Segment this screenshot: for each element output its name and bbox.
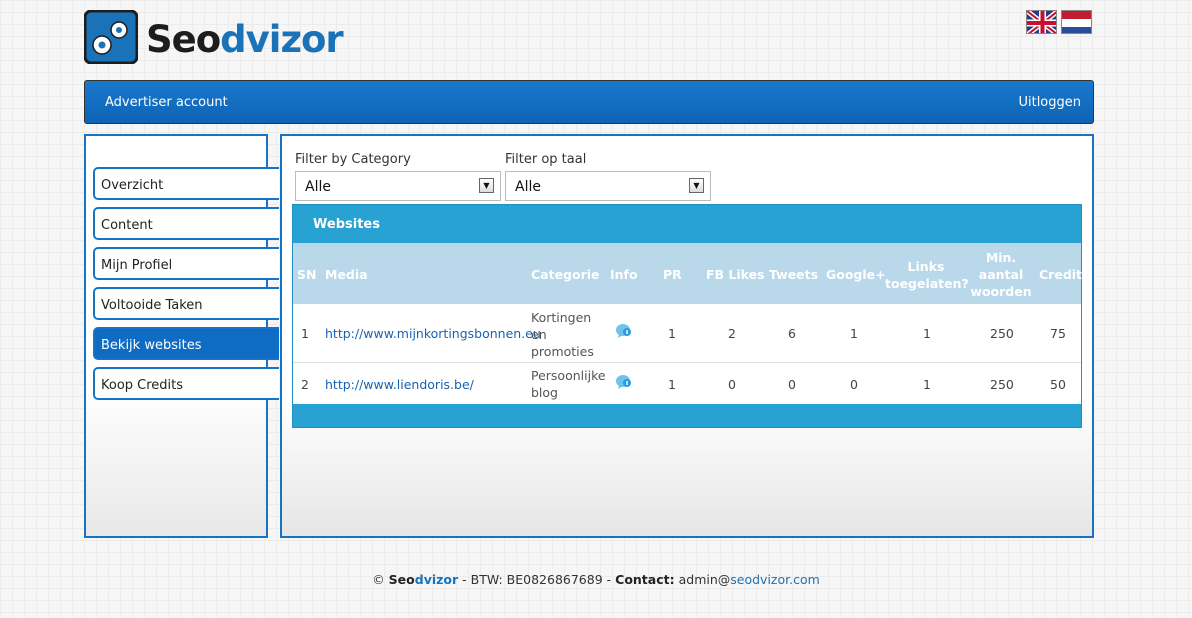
- logo-wordmark: Seodvizor: [146, 18, 344, 61]
- footer-btw: - BTW: BE0826867689 -: [462, 572, 612, 587]
- top-navbar: Advertiser account Uitloggen: [84, 80, 1094, 124]
- category-filter-label: Filter by Category: [295, 152, 411, 167]
- info-bubble-icon[interactable]: [615, 373, 633, 391]
- page-footer: © Seodvizor - BTW: BE0826867689 - Contac…: [0, 572, 1192, 587]
- header-fb-likes: FB Likes: [706, 267, 765, 282]
- cell-fb-likes: 2: [728, 326, 736, 341]
- table-row: 2 http://www.liendoris.be/ Persoonlijke …: [293, 363, 1081, 404]
- cell-pr: 1: [668, 377, 676, 392]
- main-content: Filter by Category Filter op taal Alle ▼…: [280, 134, 1094, 538]
- sidebar: Overzicht Content Mijn Profiel Voltooide…: [84, 134, 279, 538]
- header-min-line1: Min.: [985, 250, 1017, 265]
- cell-categorie-line2: blog: [531, 385, 558, 400]
- language-filter-label: Filter op taal: [505, 152, 587, 167]
- cell-google-plus: 0: [850, 377, 858, 392]
- cell-min-words: 250: [990, 377, 1014, 392]
- info-bubble-icon[interactable]: [615, 322, 633, 340]
- cell-credit: 50: [1050, 377, 1066, 392]
- header-min-aantal-woorden: Min. aantal woorden: [969, 249, 1033, 300]
- language-filter-value: Alle: [515, 179, 541, 195]
- cell-categorie: Persoonlijke blog: [531, 367, 606, 401]
- cell-categorie: Kortingen en promoties: [531, 309, 594, 360]
- uk-flag-icon[interactable]: [1026, 10, 1057, 34]
- logout-link[interactable]: Uitloggen: [1018, 95, 1081, 110]
- cell-links: 1: [923, 377, 931, 392]
- cell-categorie-line3: promoties: [531, 344, 594, 359]
- copyright-symbol: ©: [372, 572, 385, 587]
- footer-email[interactable]: admin@seodvizor.com: [679, 572, 820, 587]
- table-title: Websites: [313, 217, 380, 232]
- nl-flag-icon[interactable]: [1061, 10, 1092, 34]
- cell-categorie-line1: Kortingen: [531, 310, 592, 325]
- header-tweets: Tweets: [769, 267, 819, 282]
- sidebar-item-bekijk-websites[interactable]: Bekijk websites: [93, 327, 279, 360]
- table-header: SN Media Categorie Info PR FB Likes Twee…: [293, 243, 1083, 304]
- category-filter-value: Alle: [305, 179, 331, 195]
- cell-pr: 1: [668, 326, 676, 341]
- cell-google-plus: 1: [850, 326, 858, 341]
- sidebar-item-koop-credits[interactable]: Koop Credits: [93, 367, 279, 400]
- cell-tweets: 6: [788, 326, 796, 341]
- gears-logo-icon: [84, 10, 138, 64]
- sidebar-item-overzicht[interactable]: Overzicht: [93, 167, 279, 200]
- cell-tweets: 0: [788, 377, 796, 392]
- language-filter-select[interactable]: Alle ▼: [505, 171, 711, 201]
- header-links-line1: Links: [907, 259, 945, 274]
- header-categorie: Categorie: [531, 267, 600, 282]
- table-footer-bar: [293, 404, 1081, 427]
- table-title-bar: Websites: [293, 205, 1081, 243]
- chevron-down-icon: ▼: [689, 178, 704, 193]
- advertiser-account-link[interactable]: Advertiser account: [105, 95, 228, 110]
- cell-fb-likes: 0: [728, 377, 736, 392]
- category-filter-select[interactable]: Alle ▼: [295, 171, 501, 201]
- header-min-line2: aantal: [978, 267, 1024, 282]
- header-min-line3: woorden: [970, 284, 1032, 299]
- footer-email-part1: admin@: [678, 572, 731, 587]
- footer-brand-part1: Seo: [388, 572, 415, 587]
- sidebar-item-content[interactable]: Content: [93, 207, 279, 240]
- header-pr: PR: [663, 267, 682, 282]
- sidebar-item-voltooide-taken[interactable]: Voltooide Taken: [93, 287, 279, 320]
- footer-brand: Seodvizor: [389, 572, 459, 587]
- footer-contact-label: Contact:: [615, 572, 675, 587]
- header-google-plus: Google+: [826, 267, 886, 282]
- cell-categorie-line2: en: [531, 327, 547, 342]
- cell-media-link[interactable]: http://www.liendoris.be/: [325, 377, 474, 392]
- footer-brand-part2: dvizor: [414, 572, 459, 587]
- cell-sn: 2: [301, 377, 309, 392]
- header-media: Media: [325, 267, 368, 282]
- websites-table: Websites SN Media Categorie Info PR FB L…: [292, 204, 1082, 428]
- table-row: 1 http://www.mijnkortingsbonnen.eu Korti…: [293, 304, 1081, 363]
- header-links-line2: toegelaten?: [885, 276, 969, 291]
- cell-links: 1: [923, 326, 931, 341]
- footer-email-part2: seodvizor.com: [730, 572, 820, 587]
- header-credit: Credit: [1039, 267, 1083, 282]
- cell-categorie-line1: Persoonlijke: [531, 368, 606, 383]
- chevron-down-icon: ▼: [479, 178, 494, 193]
- sidebar-item-mijn-profiel[interactable]: Mijn Profiel: [93, 247, 279, 280]
- cell-sn: 1: [301, 326, 309, 341]
- header-sn: SN: [297, 267, 317, 282]
- header-links-toegelaten: Links toegelaten?: [885, 258, 969, 292]
- cell-media-link[interactable]: http://www.mijnkortingsbonnen.eu: [325, 326, 541, 341]
- cell-credit: 75: [1050, 326, 1066, 341]
- header-info: Info: [610, 267, 638, 282]
- cell-min-words: 250: [990, 326, 1014, 341]
